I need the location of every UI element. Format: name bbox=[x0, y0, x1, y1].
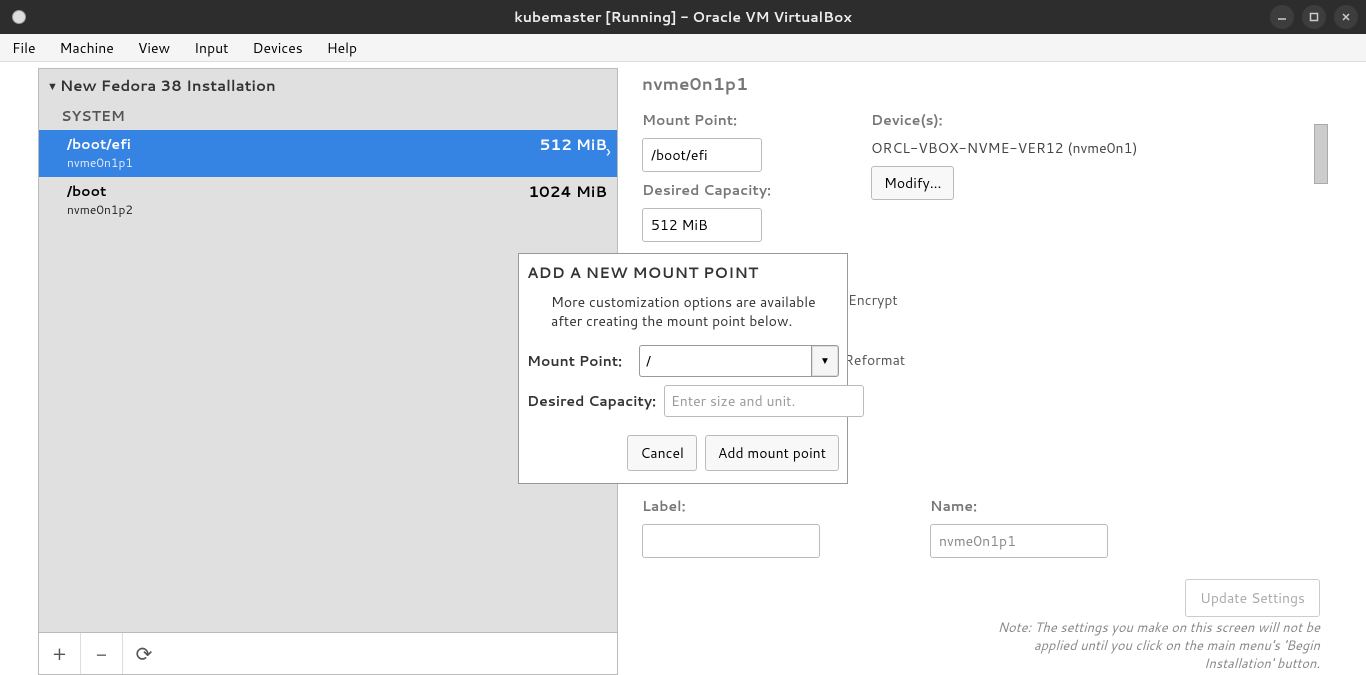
menu-input[interactable]: Input bbox=[190, 36, 232, 60]
reload-button[interactable]: ⟳ bbox=[123, 633, 165, 674]
dialog-mount-point-input[interactable] bbox=[639, 345, 811, 377]
tree-item-device: nvme0n1p1 bbox=[67, 154, 133, 171]
dialog-help-text: More customization options are available… bbox=[551, 293, 839, 331]
chevron-down-icon: ▼ bbox=[47, 78, 58, 94]
encrypt-label: Encrypt bbox=[848, 290, 898, 310]
chevron-right-icon: › bbox=[606, 138, 611, 164]
dialog-mount-point-dropdown[interactable]: ▼ bbox=[811, 345, 839, 377]
add-mount-point-dialog: ADD A NEW MOUNT POINT More customization… bbox=[518, 253, 848, 484]
cancel-button[interactable]: Cancel bbox=[627, 435, 697, 471]
menu-file[interactable]: File bbox=[8, 36, 40, 60]
label-label: Label: bbox=[642, 496, 820, 516]
tree-item-size: 1024 MiB bbox=[528, 181, 607, 202]
dialog-mount-point-label: Mount Point: bbox=[527, 351, 622, 371]
tree-item-mount: /boot bbox=[67, 181, 133, 201]
note-text: Note: The settings you make on this scre… bbox=[980, 619, 1320, 673]
dialog-title: ADD A NEW MOUNT POINT bbox=[527, 262, 839, 283]
tree-item-mount: /boot/efi bbox=[67, 134, 133, 154]
window-title: kubemaster [Running] - Oracle VM Virtual… bbox=[514, 7, 851, 27]
name-label: Name: bbox=[930, 496, 1108, 516]
mount-point-input[interactable] bbox=[642, 138, 762, 172]
minus-icon: − bbox=[96, 640, 107, 668]
devices-value: ORCL-VBOX-NVME-VER12 (nvme0n1) bbox=[871, 138, 1138, 158]
scrollbar-thumb[interactable] bbox=[1314, 124, 1328, 184]
name-input[interactable] bbox=[930, 524, 1108, 558]
label-input[interactable] bbox=[642, 524, 820, 558]
chevron-down-icon: ▼ bbox=[820, 354, 830, 368]
menubar: File Machine View Input Devices Help bbox=[0, 34, 1366, 62]
menu-machine[interactable]: Machine bbox=[56, 36, 118, 60]
tree-header-label: New Fedora 38 Installation bbox=[60, 75, 276, 96]
add-mount-point-button[interactable]: Add mount point bbox=[705, 435, 839, 471]
mount-point-label: Mount Point: bbox=[642, 110, 771, 130]
modify-button[interactable]: Modify... bbox=[871, 166, 954, 200]
minimize-button[interactable] bbox=[1270, 5, 1294, 29]
maximize-button[interactable] bbox=[1302, 5, 1326, 29]
devices-label: Device(s): bbox=[871, 110, 1138, 130]
dialog-capacity-input[interactable] bbox=[664, 385, 864, 417]
tree-item-device: nvme0n1p2 bbox=[67, 201, 133, 218]
update-settings-button[interactable]: Update Settings bbox=[1185, 579, 1320, 617]
menu-help[interactable]: Help bbox=[323, 36, 361, 60]
titlebar: kubemaster [Running] - Oracle VM Virtual… bbox=[0, 0, 1366, 34]
menu-view[interactable]: View bbox=[134, 36, 174, 60]
tree-item-size: 512 MiB bbox=[540, 134, 607, 155]
refresh-icon: ⟳ bbox=[136, 640, 153, 668]
close-button[interactable] bbox=[1334, 5, 1358, 29]
reformat-label: Reformat bbox=[844, 350, 905, 370]
app-indicator-icon bbox=[12, 10, 26, 24]
desired-capacity-input[interactable] bbox=[642, 208, 762, 242]
tree-item-boot[interactable]: /boot nvme0n1p2 1024 MiB bbox=[39, 177, 617, 224]
menu-devices[interactable]: Devices bbox=[248, 36, 306, 60]
desired-capacity-label: Desired Capacity: bbox=[642, 180, 771, 200]
add-partition-button[interactable]: + bbox=[39, 633, 81, 674]
tree-header[interactable]: ▼ New Fedora 38 Installation bbox=[39, 69, 617, 102]
partition-toolbar: + − ⟳ bbox=[38, 633, 618, 675]
plus-icon: + bbox=[53, 640, 67, 668]
remove-partition-button[interactable]: − bbox=[81, 633, 123, 674]
dialog-capacity-label: Desired Capacity: bbox=[527, 391, 656, 411]
tree-item-boot-efi[interactable]: /boot/efi nvme0n1p1 512 MiB › bbox=[39, 130, 617, 177]
tree-section-system: SYSTEM bbox=[39, 102, 617, 130]
partition-name: nvme0n1p1 bbox=[642, 72, 1320, 96]
